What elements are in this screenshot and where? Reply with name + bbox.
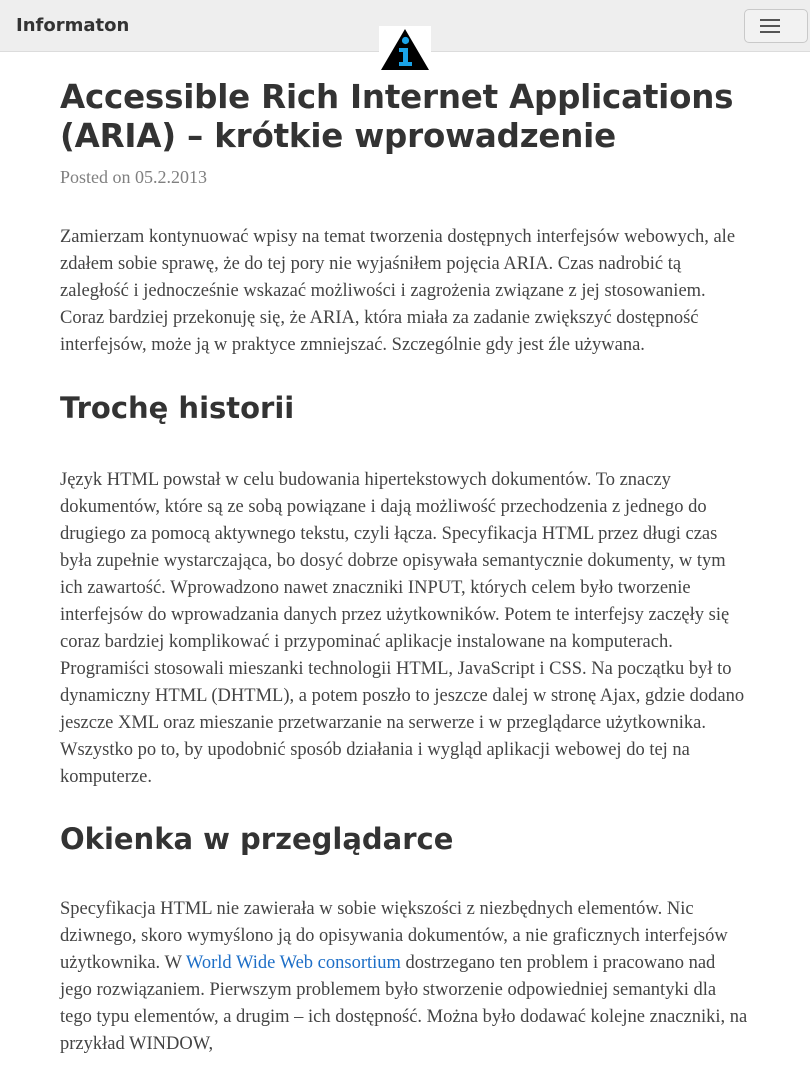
- hamburger-icon-bar-1: [760, 19, 780, 21]
- site-brand-link[interactable]: Informaton: [16, 14, 129, 38]
- hamburger-icon-bar-3: [760, 31, 780, 33]
- hamburger-icon-bar-2: [760, 25, 780, 27]
- top-navbar: Informaton: [0, 0, 810, 74]
- windows-paragraph: Specyfikacja HTML nie zawierała w sobie …: [60, 896, 750, 1058]
- w3c-link[interactable]: World Wide Web consortium: [186, 953, 401, 973]
- site-logo[interactable]: [379, 26, 431, 74]
- post-title: Accessible Rich Internet Applications (A…: [60, 78, 734, 155]
- article: Accessible Rich Internet Applications (A…: [60, 78, 750, 1058]
- intro-paragraph: Zamierzam kontynuować wpisy na temat two…: [60, 227, 736, 355]
- history-paragraph: Język HTML powstał w celu budowania hipe…: [60, 470, 745, 787]
- post-meta: Posted on 05.2.2013: [60, 167, 208, 187]
- section-heading-history: Trochę historii: [60, 391, 295, 425]
- menu-toggle-button[interactable]: [744, 9, 808, 43]
- section-heading-windows: Okienka w przeglądarce: [60, 822, 454, 856]
- info-logo-icon: [381, 29, 429, 70]
